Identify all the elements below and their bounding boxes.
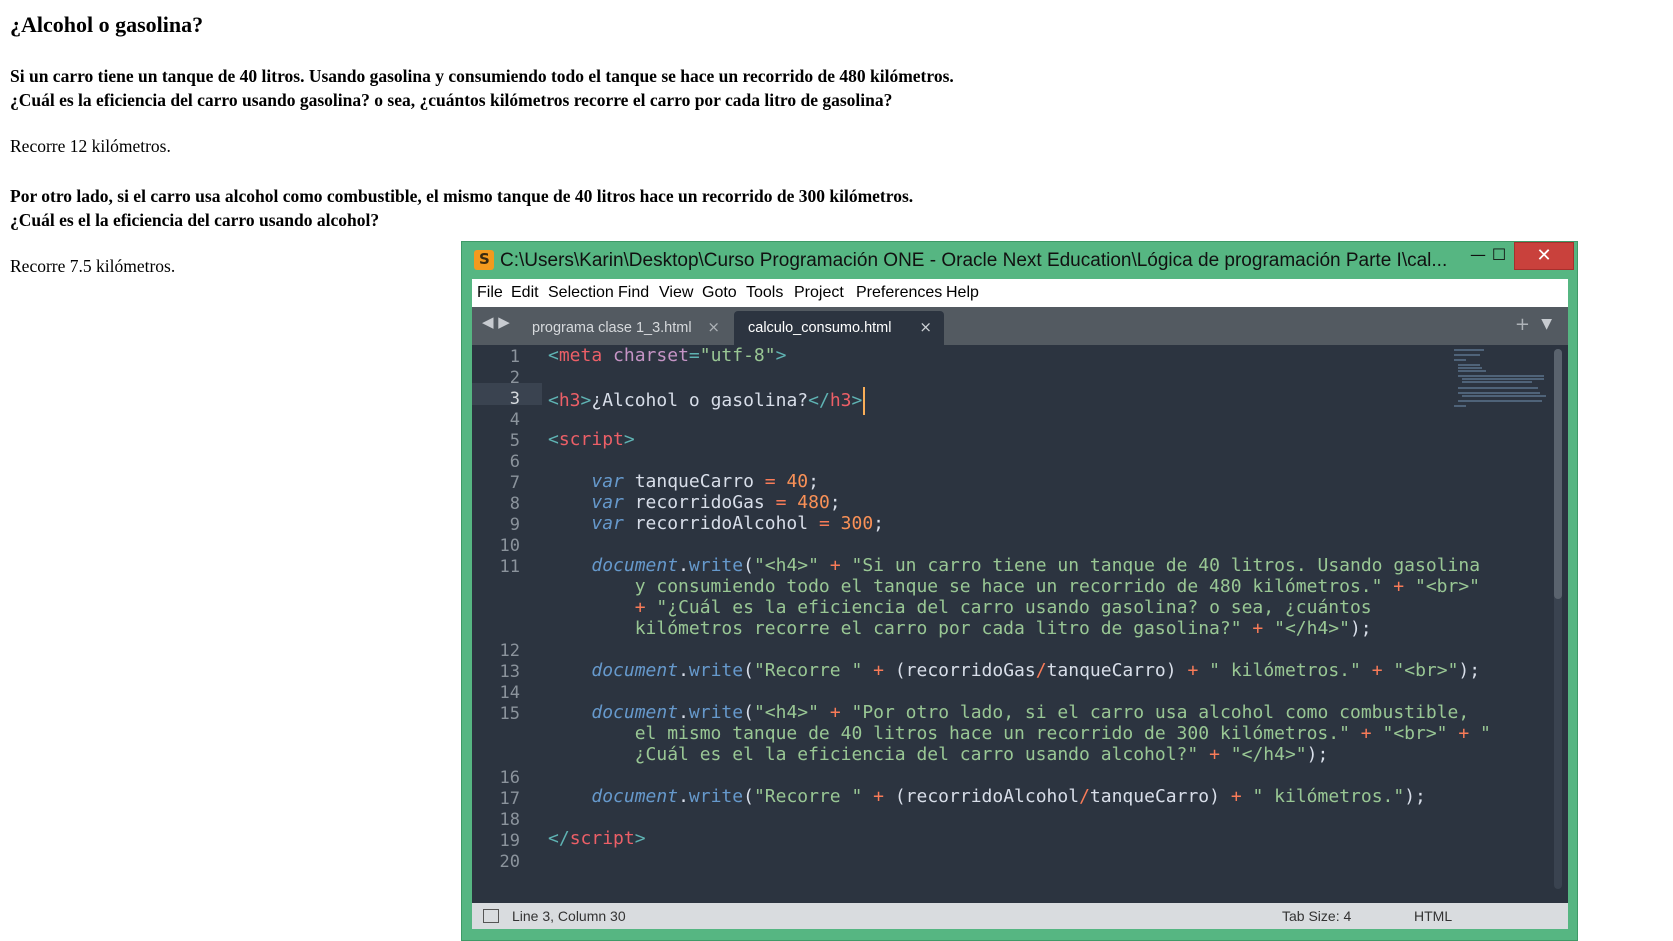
close-window-button[interactable]: ✕ [1514,242,1574,270]
menu-view[interactable]: View [659,284,693,302]
question-gasoline-line-2: ¿Cuál es la eficiencia del carro usando … [10,90,893,110]
tab-dropdown-icon[interactable]: ▼ [1541,316,1552,332]
window-client: File Edit Selection Find View Goto Tools… [472,279,1568,929]
menu-bar: File Edit Selection Find View Goto Tools… [472,279,1568,307]
code-line-5: <script> [548,429,635,450]
line-number: 8 [509,494,520,514]
code-line-11-wrap-3: kilómetros recorre el carro por cada lit… [634,618,1372,639]
answer-gasoline: Recorre 12 kilómetros. [10,136,171,156]
line-number: 13 [499,662,520,682]
line-number: 11 [499,557,520,577]
tab-nav-arrows-icon[interactable]: ◀ ▶ [482,313,510,331]
status-bar: Line 3, Column 30 Tab Size: 4 HTML [472,903,1568,929]
code-editor[interactable]: 1 2 3 4 5 6 7 8 9 10 11 12 13 14 15 16 1… [472,345,1568,903]
line-number: 5 [509,431,520,451]
syntax-selector[interactable]: HTML [1414,908,1452,924]
code-line-15-wrap-2: ¿Cuál es el la eficiencia del carro usan… [634,744,1329,765]
menu-edit[interactable]: Edit [511,284,539,302]
code-line-8: var recorridoGas = 480; [591,492,841,513]
scrollbar-thumb[interactable] [1554,349,1562,599]
line-number: 1 [509,347,520,367]
maximize-button[interactable]: ☐ [1483,242,1515,268]
tab-calculo-consumo[interactable]: calculo_consumo.html × [734,311,944,345]
line-number: 3 [509,389,520,409]
code-line-7: var tanqueCarro = 40; [591,471,819,492]
menu-file[interactable]: File [477,284,503,302]
code-line-19: </script> [548,828,646,849]
sublime-window[interactable]: S C:\Users\Karin\Desktop\Curso Programac… [461,241,1578,941]
tab-programa-clase[interactable]: programa clase 1_3.html × [518,311,732,345]
question-gasoline: Si un carro tiene un tanque de 40 litros… [10,64,1110,112]
vertical-scrollbar[interactable] [1554,349,1562,889]
line-number: 18 [499,810,520,830]
window-title: C:\Users\Karin\Desktop\Curso Programació… [500,250,1448,271]
window-titlebar[interactable]: S C:\Users\Karin\Desktop\Curso Programac… [462,242,1577,278]
line-number-gutter: 1 2 3 4 5 6 7 8 9 10 11 12 13 14 15 16 1… [472,345,542,903]
rendered-page: ¿Alcohol o gasolina? Si un carro tiene u… [10,0,1110,278]
menu-help[interactable]: Help [946,284,979,302]
line-number: 12 [499,641,520,661]
menu-find[interactable]: Find [618,284,649,302]
line-number: 17 [499,789,520,809]
text-caret [863,387,866,415]
line-number: 7 [509,473,520,493]
code-line-11: document.write("<h4>" + "Si un carro tie… [591,555,1481,576]
code-line-15-wrap-1: el mismo tanque de 40 litros hace un rec… [634,723,1491,744]
cursor-position: Line 3, Column 30 [512,908,626,924]
code-area[interactable]: <meta charset="utf-8"> <h3>¿Alcohol o ga… [548,345,1491,903]
line-number: 16 [499,768,520,788]
sublime-text-icon[interactable]: S [474,250,494,270]
question-alcohol-line-1: Por otro lado, si el carro usa alcohol c… [10,186,914,206]
line-number: 2 [509,368,520,388]
new-tab-plus-icon[interactable]: + [1515,314,1530,335]
line-number: 15 [499,704,520,724]
page-title: ¿Alcohol o gasolina? [10,12,204,37]
code-line-1: <meta charset="utf-8"> [548,345,787,366]
question-alcohol-line-2: ¿Cuál es el la eficiencia del carro usan… [10,210,380,230]
line-number: 4 [509,410,520,430]
code-line-3: <h3>¿Alcohol o gasolina?</h3> [548,387,866,415]
line-number: 20 [499,852,520,872]
tab-size-selector[interactable]: Tab Size: 4 [1282,908,1351,924]
question-alcohol: Por otro lado, si el carro usa alcohol c… [10,184,1110,232]
code-line-11-wrap-2: + "¿Cuál es la eficiencia del carro usan… [634,597,1372,618]
tab-label: programa clase 1_3.html [532,320,692,336]
code-line-17: document.write("Recorre " + (recorridoAl… [591,786,1426,807]
tab-bar: ◀ ▶ programa clase 1_3.html × calculo_co… [472,307,1568,345]
tab-close-icon[interactable]: × [919,318,932,336]
menu-project[interactable]: Project [794,284,844,302]
code-line-11-wrap-1: y consumiendo todo el tanque se hace un … [634,576,1481,597]
menu-preferences[interactable]: Preferences [856,284,942,302]
code-line-15: document.write("<h4>" + "Por otro lado, … [591,702,1470,723]
line-number: 14 [499,683,520,703]
tab-close-icon[interactable]: × [707,318,720,336]
menu-selection[interactable]: Selection [548,284,614,302]
code-line-13: document.write("Recorre " + (recorridoGa… [591,660,1481,681]
app-icon-glyph: S [479,250,490,268]
line-number: 6 [509,452,520,472]
panel-toggle-icon[interactable] [483,909,499,923]
menu-goto[interactable]: Goto [702,284,737,302]
menu-tools[interactable]: Tools [746,284,783,302]
code-line-9: var recorridoAlcohol = 300; [591,513,884,534]
minimap[interactable] [1454,349,1546,409]
line-number: 19 [499,831,520,851]
question-gasoline-line-1: Si un carro tiene un tanque de 40 litros… [10,66,954,86]
line-number: 9 [509,515,520,535]
line-number: 10 [499,536,520,556]
tab-label: calculo_consumo.html [748,320,892,336]
